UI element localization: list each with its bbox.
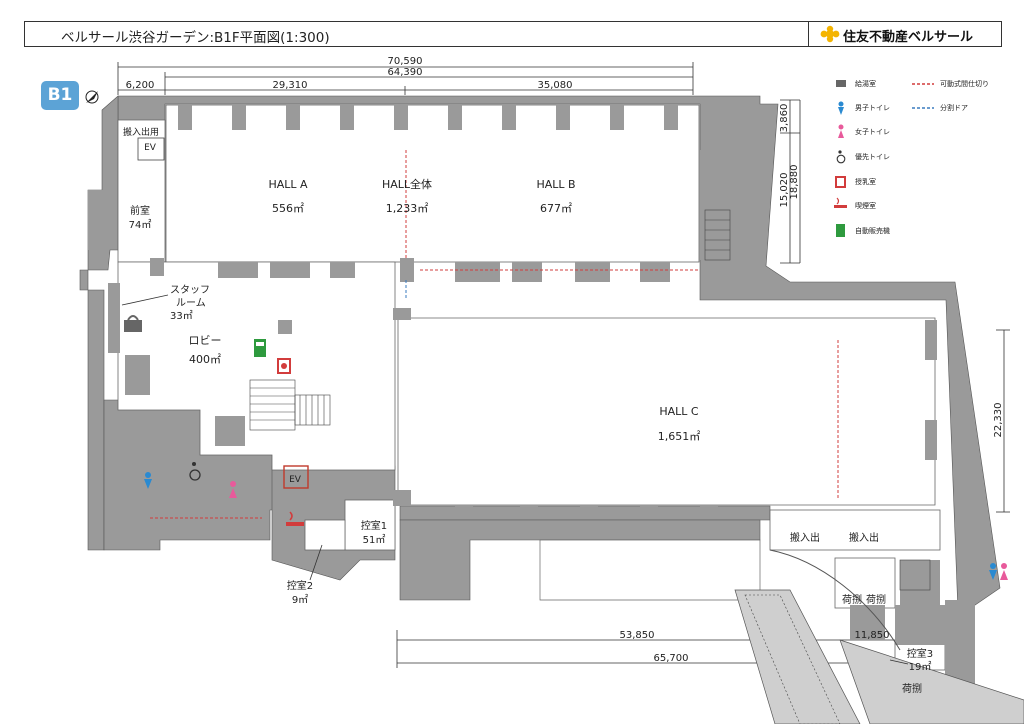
floor-plan: HALL A 556㎡ HALL全体 1,233㎡ HALL B 677㎡ HA… [79,56,1024,724]
dim-top-total: 70,590 [388,56,423,67]
rooms [117,104,956,709]
legend-label-2: 女子トイレ [855,127,890,136]
front-room-label: 前室 [130,204,150,217]
hall-a-label: HALL A [268,178,308,191]
compass-icon [85,90,99,104]
loading-area [769,509,941,551]
hikae2-label: 控室2 [287,579,313,592]
hikae2-room [304,519,346,551]
hall-all-label: HALL全体 [382,177,432,191]
legend: 給湯室 男子トイレ 女子トイレ 優先トイレ 授乳室 喫煙室 自動販売機 可動式間… [834,79,989,237]
ev2-label: EV [289,475,302,485]
legend-nursing-room-icon [835,176,846,188]
hall-a-area: 556㎡ [272,202,304,215]
hikae2-area: 9㎡ [292,594,308,606]
lobby-area: 400㎡ [189,353,221,366]
dim-right-c: 22,330 [993,403,1004,438]
hansyutsu-1-label: 搬入出 [790,531,820,544]
dim-right-3: 18,880 [789,165,800,200]
legend-smoking-room-icon [834,197,847,208]
front-room-area: 74㎡ [129,219,152,231]
hansyutsu-2-label: 搬入出 [849,531,879,544]
hikae3-label: 控室3 [907,647,933,660]
dim-right-1: 3,860 [779,104,790,133]
dim-bottom-3: 65,700 [654,653,689,664]
legend-womens-toilet-icon [838,124,844,138]
nursing-room-icon [277,358,291,374]
hikae3-area: 19㎡ [909,661,932,673]
legend-label-1: 男子トイレ [855,104,890,112]
dim-top-mid: 64,390 [388,67,423,78]
womens-toilet-icon-2 [1000,563,1008,580]
nidana-3-label: 荷捌 [902,682,922,695]
hall-c-area: 1,651㎡ [658,430,701,443]
nidana-2-label: 荷捌 [866,593,886,606]
dim-bottom-2: 11,850 [855,630,890,641]
legend-label-6: 自動販売機 [855,226,890,235]
legend-line-label-1: 分割ドア [940,103,968,112]
hall-c-label: HALL C [659,405,699,418]
dim-top-b: 29,310 [273,80,308,91]
hansyutsu-ev-label: 搬入出用 [123,126,159,138]
legend-label-3: 優先トイレ [855,152,890,161]
hall-b-label: HALL B [536,178,575,191]
dim-top-c: 35,080 [538,80,573,91]
legend-accessible-toilet-icon [836,150,846,164]
staff-room-area: 33㎡ [170,310,193,322]
vending-machine-icon [254,339,266,357]
nidana-1-label: 荷捌 [842,593,862,606]
legend-kyutou-icon [836,80,846,87]
legend-vending-machine-icon [836,224,845,237]
front-room [117,119,166,263]
legend-mens-toilet-icon [838,101,844,115]
hall-b-area: 677㎡ [540,202,572,215]
legend-label-0: 給湯室 [855,79,876,88]
ev-label: EV [144,143,157,153]
hikae1-area: 51㎡ [363,534,386,546]
staff-room-label-1: スタッフ [170,284,210,296]
lobby-label: ロビー [189,334,222,347]
dim-top-a: 6,200 [126,80,155,91]
legend-label-4: 授乳室 [855,177,876,186]
legend-line-label-0: 可動式間仕切り [940,79,989,88]
dim-bottom-1: 53,850 [620,630,655,641]
staff-room-label-2: ルーム [176,297,206,309]
hikae1-label: 控室1 [361,519,387,532]
hall-all-area: 1,233㎡ [386,202,429,215]
legend-label-5: 喫煙室 [855,201,876,210]
